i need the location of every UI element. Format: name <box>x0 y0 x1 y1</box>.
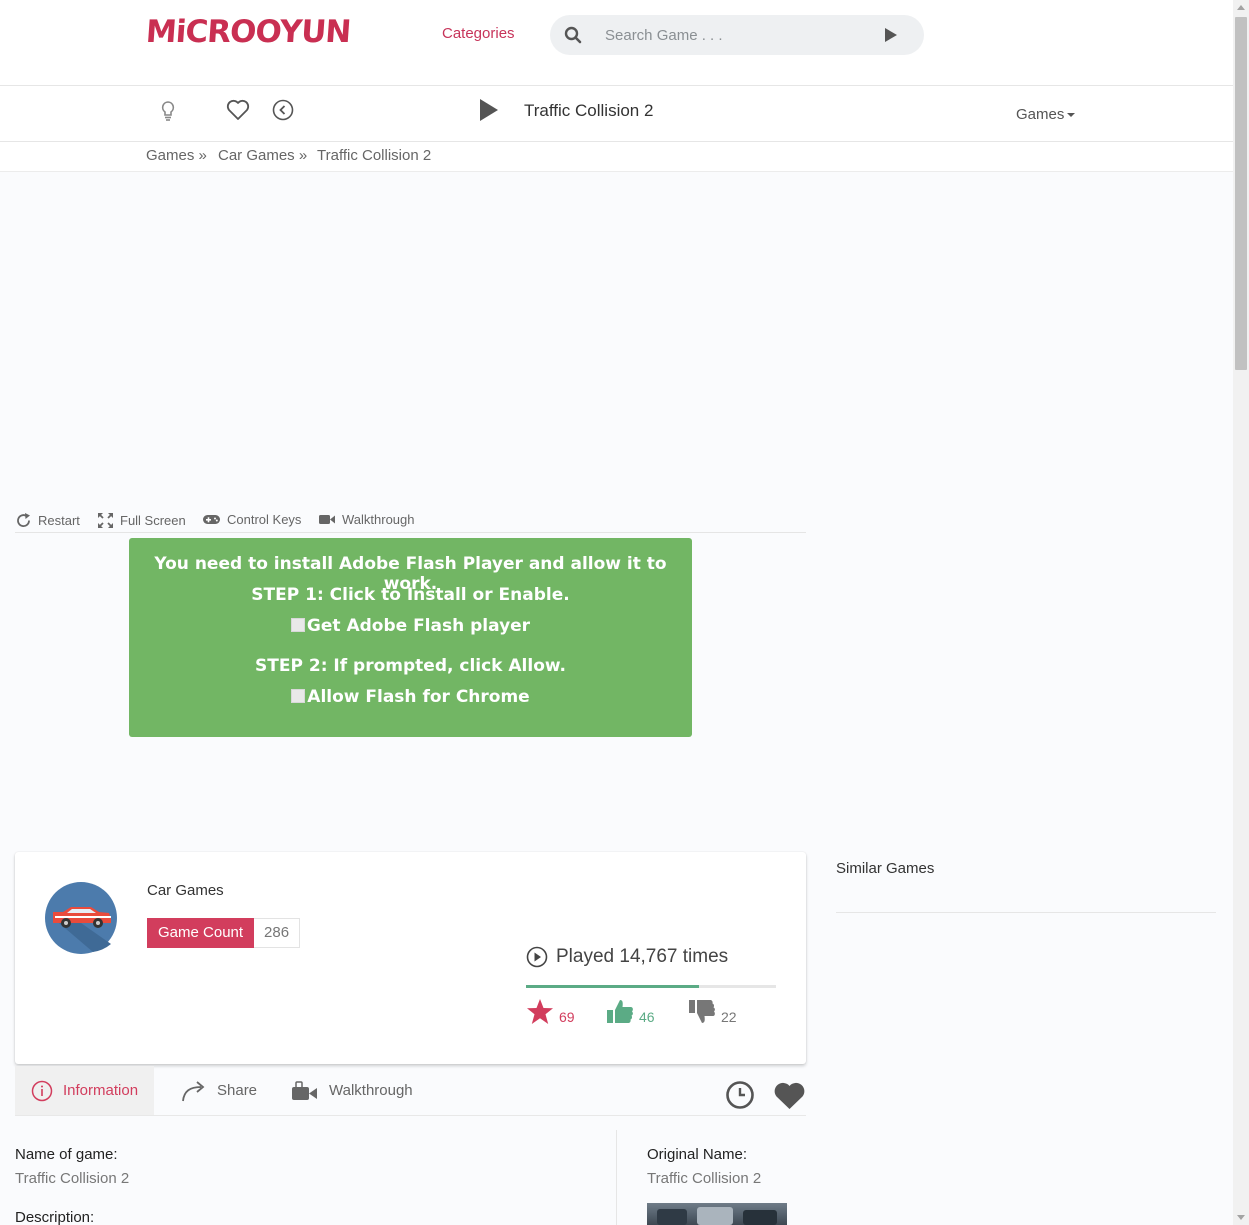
search-input[interactable] <box>605 23 875 47</box>
scroll-down-arrow-icon[interactable] <box>1237 1215 1245 1220</box>
caret-down-icon <box>1067 113 1076 118</box>
original-name-label: Original Name: <box>647 1146 748 1163</box>
star-icon <box>527 999 553 1024</box>
allow-flash-link[interactable]: Allow Flash for Chrome <box>129 687 692 707</box>
fullscreen-icon <box>98 513 113 528</box>
video-camera-icon <box>292 1080 317 1100</box>
back-circle-icon[interactable] <box>272 99 294 126</box>
broken-image-icon <box>291 689 306 703</box>
categories-link[interactable]: Categories <box>442 25 515 42</box>
breadcrumb: Games » Car Games » Traffic Collision 2 <box>0 142 1233 172</box>
thumbs-down-icon <box>689 1000 715 1023</box>
restart-label: Restart <box>38 513 80 528</box>
flash-step1: STEP 1: Click to Install or Enable. <box>251 585 570 605</box>
breadcrumb-car-games[interactable]: Car Games » <box>218 147 307 164</box>
played-count-text: Played 14,767 times <box>556 946 729 967</box>
original-name-value: Traffic Collision 2 <box>647 1170 762 1187</box>
search-icon[interactable] <box>564 26 582 49</box>
tab-share-label: Share <box>217 1082 258 1099</box>
play-icon[interactable] <box>478 97 500 128</box>
get-flash-label: Get Adobe Flash player <box>306 616 531 636</box>
similar-games-divider <box>836 912 1216 913</box>
scroll-up-arrow-icon[interactable] <box>1237 5 1245 10</box>
favorites-count: 69 <box>559 1009 575 1025</box>
favorite-heart-icon[interactable] <box>226 99 250 126</box>
flash-player-notice: You need to install Adobe Flash Player a… <box>129 538 692 737</box>
dislikes-count: 22 <box>721 1009 737 1025</box>
video-camera-icon <box>319 515 335 524</box>
control-keys-label: Control Keys <box>227 512 302 527</box>
description-label: Description: <box>15 1209 95 1225</box>
played-count: Played 14,767 times <box>526 946 728 968</box>
tab-information-label: Information <box>63 1082 139 1099</box>
gamepad-icon <box>203 515 220 524</box>
game-title: Traffic Collision 2 <box>524 101 654 120</box>
restart-icon <box>17 513 30 527</box>
category-name[interactable]: Car Games <box>147 882 224 899</box>
page-scrollbar[interactable] <box>1233 0 1249 1225</box>
control-keys-button[interactable]: Control Keys <box>202 512 301 527</box>
tab-walkthrough[interactable]: Walkthrough <box>291 1066 413 1115</box>
search-submit-icon[interactable] <box>884 27 898 48</box>
walkthrough-label: Walkthrough <box>342 512 415 527</box>
breadcrumb-games[interactable]: Games » <box>146 147 207 164</box>
tab-information[interactable]: Information <box>15 1066 155 1115</box>
tab-share[interactable]: Share <box>181 1066 257 1115</box>
games-dropdown-label: Games <box>1016 106 1065 123</box>
category-info-card: Car Games Game Count 286 Played 14,767 t… <box>15 852 806 1064</box>
dislikes-stat[interactable]: 22 <box>688 998 737 1025</box>
game-thumbnail[interactable] <box>647 1203 787 1225</box>
restart-button[interactable]: Restart <box>15 512 80 529</box>
game-info-tabs: Information Share Walkthrough <box>15 1066 806 1116</box>
name-label: Name of game: <box>15 1146 118 1163</box>
flash-step2: STEP 2: If prompted, click Allow. <box>255 656 566 676</box>
game-toolbar: Traffic Collision 2 Games <box>0 86 1233 142</box>
full-screen-button[interactable]: Full Screen <box>97 512 186 529</box>
breadcrumb-current: Traffic Collision 2 <box>317 147 432 164</box>
rating-progress-fill <box>526 985 699 988</box>
scrollbar-thumb[interactable] <box>1235 17 1247 370</box>
tab-walkthrough-label: Walkthrough <box>329 1082 413 1099</box>
similar-games-title: Similar Games <box>836 860 935 877</box>
site-logo[interactable]: MiCROOYUN <box>145 14 352 50</box>
car-category-avatar[interactable] <box>45 882 117 959</box>
player-controls: Restart Full Screen Control Keys Walkthr… <box>15 510 806 533</box>
likes-count: 46 <box>639 1009 655 1025</box>
walkthrough-button[interactable]: Walkthrough <box>318 512 415 527</box>
info-circle-icon <box>31 1080 53 1101</box>
full-screen-label: Full Screen <box>120 513 186 528</box>
name-value: Traffic Collision 2 <box>15 1170 130 1187</box>
top-header: MiCROOYUN Categories <box>0 0 1233 86</box>
allow-flash-label: Allow Flash for Chrome <box>307 687 530 707</box>
thumbs-up-icon <box>607 1000 633 1023</box>
clock-icon[interactable] <box>725 1080 755 1115</box>
game-count-label: Game Count <box>147 918 255 948</box>
broken-image-icon <box>290 618 305 632</box>
column-divider <box>616 1130 617 1225</box>
play-circle-icon <box>526 946 548 968</box>
game-count-value: 286 <box>254 918 301 948</box>
rating-progress-bar <box>526 985 776 988</box>
share-arrow-icon <box>182 1080 205 1101</box>
likes-stat[interactable]: 46 <box>606 998 655 1025</box>
get-flash-link[interactable]: Get Adobe Flash player <box>129 616 692 636</box>
games-dropdown[interactable]: Games <box>1016 106 1076 123</box>
search-bar <box>550 15 924 55</box>
heart-icon[interactable] <box>773 1081 806 1116</box>
lightbulb-icon[interactable] <box>160 100 176 127</box>
game-count-badge: Game Count 286 <box>147 918 301 948</box>
favorites-stat[interactable]: 69 <box>526 998 575 1025</box>
